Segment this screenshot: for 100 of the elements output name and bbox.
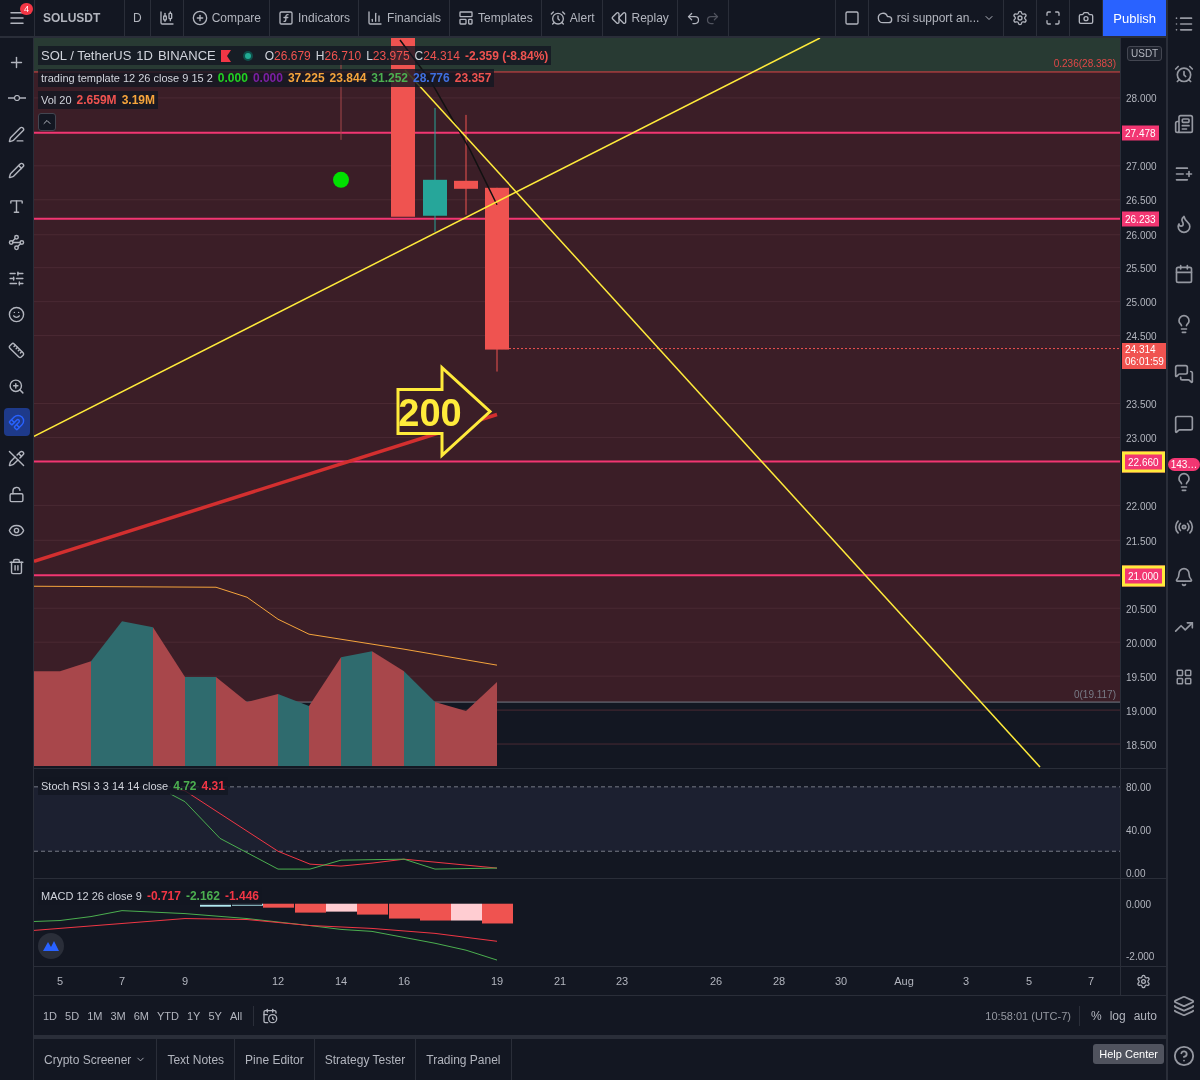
price-label: 22.000	[1126, 500, 1157, 512]
range-button[interactable]: 1M	[84, 1007, 106, 1024]
alarm-clock-icon	[1174, 64, 1194, 84]
arrow-shape[interactable]	[396, 364, 493, 459]
publish-button[interactable]: Publish	[1103, 0, 1166, 36]
signal-dot	[333, 171, 349, 188]
flag-icon	[220, 49, 231, 62]
price-label: 26.000	[1126, 229, 1157, 241]
time-label: 19	[490, 975, 504, 987]
range-button[interactable]: 1D	[40, 1007, 61, 1024]
zoom-in-icon	[8, 377, 25, 395]
indicator-name: MACD 12 26 close 9	[41, 890, 142, 902]
chat-bubble-icon	[1174, 414, 1194, 434]
camera-icon[interactable]	[1078, 10, 1095, 26]
function-icon	[278, 10, 295, 26]
alarm-clock-icon	[549, 10, 566, 26]
settings-icon[interactable]	[1136, 973, 1151, 989]
indicator-value: -0.717	[146, 889, 181, 903]
range-button[interactable]: 5D	[62, 1007, 83, 1024]
indicator-legend[interactable]: trading template 12 26 close 9 15 2 0.000 0.000 37.225 23.844 31.252 28.776 23.357	[38, 69, 495, 87]
sliders-icon	[8, 269, 25, 287]
interval-button[interactable]: D	[125, 0, 151, 36]
indicator-value: 3.19M	[121, 93, 155, 107]
price-label: 23.500	[1126, 398, 1157, 410]
undo-icon[interactable]	[685, 10, 701, 26]
trend-line-icon	[8, 125, 25, 143]
currency-label[interactable]: USDT	[1127, 46, 1163, 61]
toolbar-button[interactable]: Compare	[183, 0, 271, 36]
status-dot-icon	[241, 49, 254, 62]
bell-icon	[1174, 567, 1194, 587]
price-level-badge: 22.660	[1122, 451, 1165, 473]
indicator-value: 28.776	[413, 71, 450, 85]
menu-icon[interactable]	[8, 9, 26, 27]
price-label: 19.000	[1126, 705, 1157, 717]
help-icon	[1173, 1045, 1195, 1067]
toolbar-button[interactable]: Replay	[603, 0, 678, 36]
toolbar-button[interactable]: Templates	[450, 0, 542, 36]
price-label: 23.000	[1126, 432, 1157, 444]
price-level-badge: 27.478	[1122, 125, 1159, 141]
symbol-name: SOL / TetherUS	[41, 48, 132, 63]
price-level-badge: 21.000	[1122, 565, 1165, 587]
pattern-icon	[8, 233, 25, 251]
price-label: 28.000	[1126, 92, 1157, 104]
scale-button[interactable]: %	[1087, 1006, 1105, 1025]
fullscreen-icon[interactable]	[1045, 10, 1062, 26]
toolbar-button[interactable]: Financials	[359, 0, 451, 36]
indicator-value: 0.000	[217, 71, 248, 85]
price-label: 19.500	[1126, 671, 1157, 683]
range-button[interactable]: 5Y	[205, 1007, 225, 1024]
rectangle-icon[interactable]	[843, 10, 860, 26]
ohlc-value: L23.975	[366, 48, 410, 63]
range-button[interactable]: All	[226, 1007, 246, 1024]
scale-button[interactable]: log	[1106, 1006, 1129, 1025]
notification-badge: 4	[20, 3, 33, 15]
indicator-value: -1.446	[224, 889, 259, 903]
panel-tab[interactable]: Text Notes	[157, 1039, 236, 1080]
logo-icon[interactable]	[38, 933, 64, 959]
magnet-icon	[8, 413, 25, 431]
go-to-date-icon[interactable]	[262, 1007, 279, 1024]
plus-circle-icon	[191, 10, 208, 26]
indicator-value: 37.225	[287, 71, 325, 85]
time-label: 16	[397, 975, 411, 987]
price-label: 18.500	[1126, 739, 1157, 751]
range-button[interactable]: YTD	[153, 1007, 182, 1024]
indicator-value: 2.659M	[76, 93, 117, 107]
layout-button[interactable]: rsi support an...	[868, 0, 1005, 36]
ohlc-value: O26.679	[264, 48, 311, 63]
price-label: 25.500	[1126, 262, 1157, 274]
histogram-bar	[451, 903, 482, 921]
collapse-button[interactable]	[38, 113, 56, 131]
count-badge: 143…	[1167, 458, 1200, 471]
broadcast-icon	[1174, 517, 1194, 537]
time-label: 5	[1025, 975, 1033, 987]
range-button[interactable]: 3M	[107, 1007, 129, 1024]
indicator-value: 4.72	[173, 779, 197, 793]
scale-button[interactable]: auto	[1130, 1006, 1160, 1025]
range-button[interactable]: 1Y	[183, 1007, 204, 1024]
drawing-tool-button[interactable]	[3, 408, 30, 436]
panel-tab[interactable]: Crypto Screener	[34, 1039, 158, 1080]
last-price-badge: 24.314 06:01:59	[1122, 343, 1167, 369]
time-label: 23	[615, 975, 629, 987]
price-label: 21.500	[1126, 535, 1157, 547]
time-label: 21	[553, 975, 567, 987]
indicator-legend[interactable]: Vol 20 2.659M 3.19M	[38, 91, 158, 109]
panel-tab[interactable]: Pine Editor	[235, 1039, 315, 1080]
trend-line[interactable]	[34, 38, 821, 438]
panel-tab[interactable]: Strategy Tester	[314, 1039, 417, 1080]
candlestick-icon[interactable]	[158, 10, 175, 26]
toolbar-button[interactable]: Alert	[541, 0, 604, 36]
indicator-value: 0.000	[252, 71, 283, 85]
range-button[interactable]: 6M	[130, 1007, 152, 1024]
settings-icon[interactable]	[1012, 10, 1029, 26]
toolbar-button[interactable]: Indicators	[270, 0, 360, 36]
time-label: 26	[709, 975, 723, 987]
clock-time[interactable]: 10:58:01 (UTC-7)	[985, 1009, 1071, 1022]
indicator-name: trading template 12 26 close 9 15 2	[41, 72, 213, 84]
panel-tab[interactable]: Trading Panel	[416, 1039, 512, 1080]
rewind-icon	[611, 10, 628, 26]
bar-chart-icon	[367, 10, 384, 26]
symbol-button[interactable]: SOLUSDT	[35, 0, 125, 36]
